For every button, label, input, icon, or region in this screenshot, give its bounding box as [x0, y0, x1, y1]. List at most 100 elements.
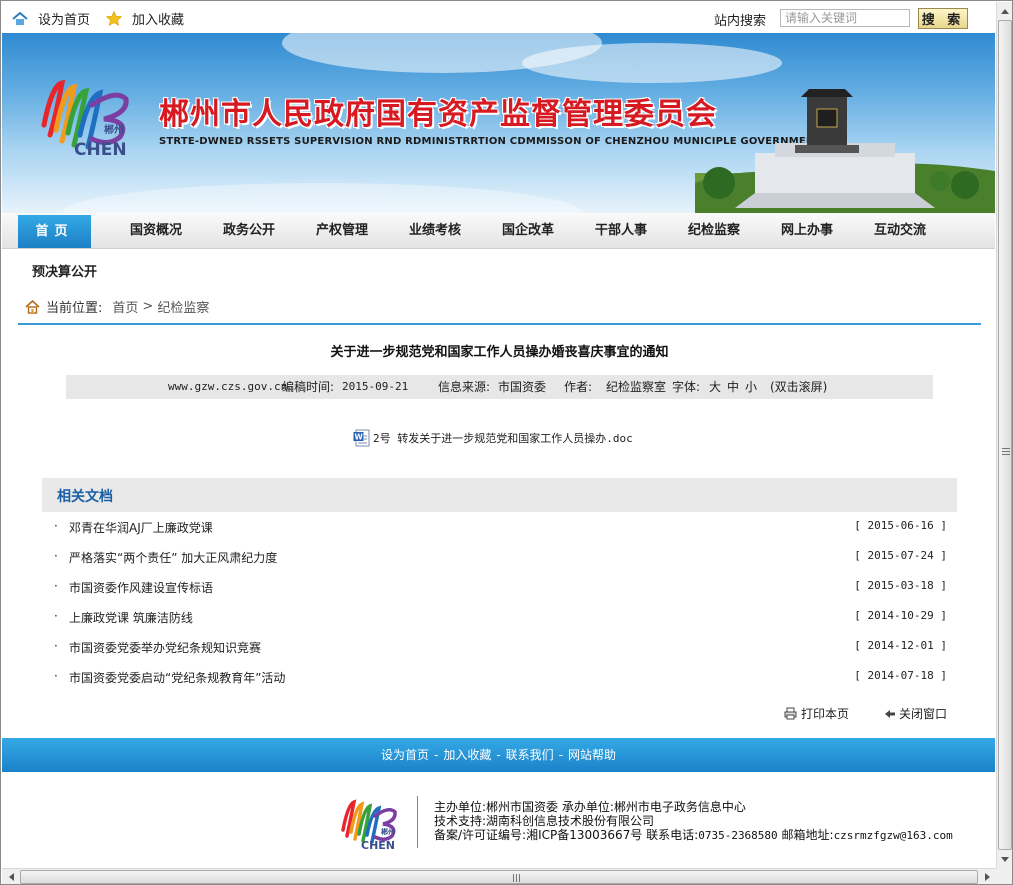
footer-add-favorite-link[interactable]: 加入收藏 [443, 748, 491, 762]
list-bullet: · [54, 609, 58, 623]
meta-site: www.gzw.czs.gov.cn [168, 380, 288, 393]
font-size-large-link[interactable]: 大 [709, 375, 721, 399]
list-bullet: · [54, 549, 58, 563]
font-size-small-link[interactable]: 小 [745, 375, 757, 399]
footer-set-home-link[interactable]: 设为首页 [381, 748, 429, 762]
footer-separator: - [496, 748, 501, 762]
font-size-medium-link[interactable]: 中 [727, 375, 739, 399]
set-home-link[interactable]: 设为首页 [12, 9, 90, 28]
breadcrumb-label: 当前位置: [46, 301, 103, 316]
svg-text:CHEN: CHEN [361, 839, 395, 852]
nav-item-online-services[interactable]: 网上办事 [771, 213, 843, 248]
breadcrumb-divider [18, 323, 981, 325]
related-doc-title: 市国资委党委举办党纪条规知识竞赛 [69, 641, 262, 655]
meta-author: 纪检监察室 [606, 380, 667, 394]
horizontal-scroll-thumb[interactable] [20, 870, 978, 884]
scroll-down-arrow-icon[interactable] [997, 851, 1012, 867]
browser-viewport: 设为首页 加入收藏 站内搜索 搜 索 CHEN 郴州 [0, 0, 1013, 885]
related-doc-item[interactable]: · 市国资委党委启动“党纪条规教育年”活动 [ 2014-07-18 ] [54, 667, 947, 687]
footer-help-link[interactable]: 网站帮助 [568, 748, 616, 762]
list-bullet: · [54, 639, 58, 653]
footer-icp[interactable]: 湘ICP备13003667号 [526, 828, 642, 842]
svg-text:郴州: 郴州 [104, 123, 124, 136]
search-button[interactable]: 搜 索 [918, 8, 968, 29]
nav-item-interaction[interactable]: 互动交流 [864, 213, 936, 248]
related-doc-item[interactable]: · 市国资委党委举办党纪条规知识竞赛 [ 2014-12-01 ] [54, 637, 947, 657]
main-nav: 首页 国资概况 政务公开 产权管理 业绩考核 国企改革 干部人事 纪检监察 网上… [2, 213, 995, 249]
nav-item-property-rights[interactable]: 产权管理 [306, 213, 378, 248]
related-doc-title: 上廉政党课 筑廉洁防线 [69, 611, 193, 625]
related-doc-item[interactable]: · 严格落实“两个责任” 加大正风肃纪力度 [ 2015-07-24 ] [54, 547, 947, 567]
scroll-grip-icon [1002, 448, 1010, 455]
attachment-filename: 2号 转发关于进一步规范党和国家工作人员操办.doc [373, 432, 633, 445]
meta-source-label: 信息来源: [438, 380, 491, 394]
related-doc-title: 严格落实“两个责任” 加大正风肃纪力度 [69, 551, 278, 565]
related-doc-date: [ 2015-06-16 ] [854, 519, 947, 532]
scrollbar-corner [996, 868, 1012, 884]
subnav-budget-disclosure[interactable]: 预决算公开 [32, 261, 97, 280]
nav-item-overview[interactable]: 国资概况 [120, 213, 192, 248]
footer-info: 主办单位:郴州市国资委 承办单位:郴州市电子政务信息中心 技术支持:湖南科创信息… [434, 800, 953, 843]
scroll-left-arrow-icon[interactable] [3, 869, 19, 884]
banner-cloud [62, 183, 582, 213]
related-doc-date: [ 2015-03-18 ] [854, 579, 947, 592]
svg-text:CHEN: CHEN [74, 140, 127, 160]
meta-source: 市国资委 [498, 380, 547, 394]
vertical-scrollbar[interactable] [996, 2, 1012, 868]
footer-registration: 备案/许可证编号:湘ICP备13003667号 联系电话:0735-236858… [434, 828, 953, 842]
attachment-link[interactable]: W 2号 转发关于进一步规范党和国家工作人员操办.doc [353, 429, 633, 447]
scroll-grip-icon [513, 874, 520, 882]
footer-host: 主办单位:郴州市国资委 承办单位:郴州市电子政务信息中心 [434, 800, 746, 814]
horizontal-scrollbar[interactable] [2, 868, 996, 884]
breadcrumb-home-link[interactable]: 首页 [112, 297, 138, 316]
scroll-right-arrow-icon[interactable] [979, 869, 995, 884]
footer-links-bar: 设为首页 - 加入收藏 - 联系我们 - 网站帮助 [2, 738, 995, 772]
footer-contact-link[interactable]: 联系我们 [506, 748, 554, 762]
related-doc-date: [ 2014-12-01 ] [854, 639, 947, 652]
meta-author-label: 作者: [564, 380, 593, 394]
chenzhou-logo-icon: CHEN 郴州 [41, 79, 129, 160]
vertical-scroll-thumb[interactable] [998, 20, 1012, 850]
word-document-icon: W [353, 429, 370, 447]
scroll-up-arrow-icon[interactable] [997, 3, 1012, 19]
nav-item-discipline[interactable]: 纪检监察 [678, 213, 750, 248]
site-search-label: 站内搜索 [714, 14, 767, 29]
print-page-button[interactable]: 打印本页 [784, 705, 849, 722]
breadcrumb-separator: > [142, 299, 154, 314]
related-doc-date: [ 2015-07-24 ] [854, 549, 947, 562]
close-window-button[interactable]: 关闭窗口 [885, 705, 947, 722]
add-favorite-link[interactable]: 加入收藏 [106, 9, 184, 28]
nav-item-home[interactable]: 首页 [18, 215, 91, 248]
related-doc-item[interactable]: · 上廉政党课 筑廉洁防线 [ 2014-10-29 ] [54, 607, 947, 627]
breadcrumb: 当前位置: 首页 > 纪检监察 [25, 297, 209, 316]
printer-icon [784, 707, 797, 720]
footer-separator: - [558, 748, 564, 762]
home-icon [25, 299, 40, 314]
footer-divider [417, 796, 418, 848]
list-bullet: · [54, 669, 58, 683]
auto-scroll-hint: (双击滚屏) [770, 380, 828, 394]
search-input[interactable] [780, 9, 910, 27]
nav-item-performance[interactable]: 业绩考核 [399, 213, 471, 248]
meta-edit-time-label: 编稿时间: [282, 380, 335, 394]
back-arrow-icon [885, 709, 895, 718]
home-icon [12, 11, 28, 25]
footer-email[interactable]: czsrmzfgzw@163.com [834, 829, 953, 842]
list-bullet: · [54, 519, 58, 533]
breadcrumb-current-link[interactable]: 纪检监察 [157, 297, 209, 316]
footer-logo: CHEN 郴州 [337, 796, 403, 855]
meta-font-label: 字体: [672, 380, 701, 394]
article-meta-bar: www.gzw.czs.gov.cn 编稿时间: 2015-09-21 信息来源… [66, 375, 933, 399]
related-doc-date: [ 2014-07-18 ] [854, 669, 947, 682]
related-doc-item[interactable]: · 市国资委作风建设宣传标语 [ 2015-03-18 ] [54, 577, 947, 597]
nav-item-reform[interactable]: 国企改革 [492, 213, 564, 248]
monument-scene-image [695, 89, 995, 213]
article-title: 关于进一步规范党和国家工作人员操办婚丧喜庆事宜的通知 [330, 345, 669, 360]
footer-separator: - [433, 748, 439, 762]
star-icon [106, 11, 122, 26]
list-bullet: · [54, 579, 58, 593]
nav-item-personnel[interactable]: 干部人事 [585, 213, 657, 248]
related-doc-item[interactable]: · 邓青在华润AJ厂上廉政党课 [ 2015-06-16 ] [54, 517, 947, 537]
nav-item-government-affairs[interactable]: 政务公开 [213, 213, 285, 248]
site-logo[interactable]: CHEN 郴州 [34, 75, 144, 163]
